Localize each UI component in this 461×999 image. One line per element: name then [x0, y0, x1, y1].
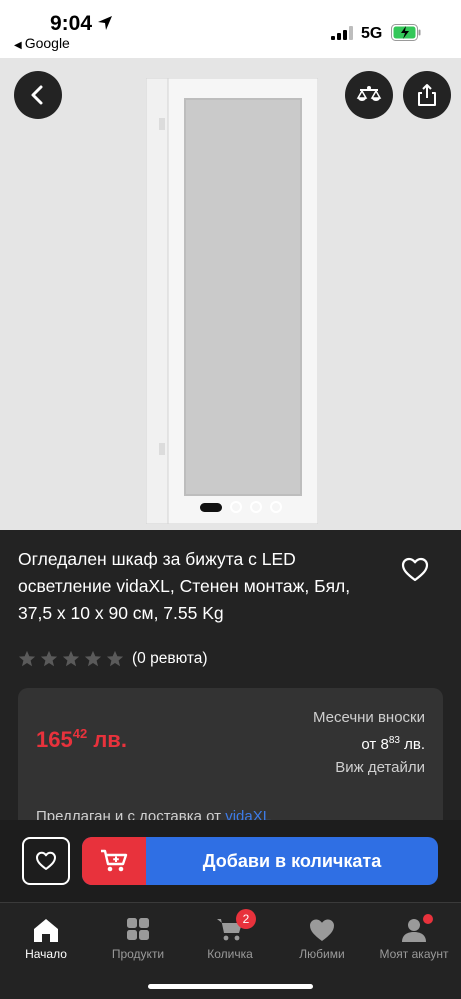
star-icon: [40, 650, 58, 667]
share-icon: [418, 84, 436, 106]
product-title: Огледален шкаф за бижута с LED осветлени…: [18, 549, 351, 623]
back-triangle-icon: ◀: [14, 40, 22, 51]
product-price: 16542 лв.: [36, 726, 127, 753]
signal-icon: [331, 26, 353, 40]
price-currency: лв.: [93, 727, 127, 752]
price-whole: 165: [36, 727, 73, 752]
image-pager[interactable]: [200, 501, 282, 513]
price-cents: 42: [72, 726, 88, 741]
back-app-label: Google: [24, 35, 70, 51]
status-bar: 9:04 ◀ Google 5G: [0, 0, 461, 58]
star-icon: [62, 650, 80, 667]
monthly-prefix: от 8: [361, 736, 389, 753]
back-to-app-link[interactable]: ◀ Google: [14, 35, 70, 51]
nav-item-cart[interactable]: 2 Количка: [184, 909, 276, 961]
monthly-cents: 83: [388, 735, 400, 746]
location-arrow-icon: [98, 16, 112, 30]
add-to-cart-button[interactable]: Добави в количката: [82, 837, 438, 885]
nav-item-account[interactable]: Моят акаунт: [368, 914, 460, 961]
heart-outline-icon: [36, 851, 56, 870]
add-to-wishlist-button[interactable]: [22, 837, 70, 885]
product-image: [146, 78, 318, 524]
share-button[interactable]: [403, 71, 451, 119]
review-count-link[interactable]: (0 ревюта): [132, 650, 208, 668]
home-indicator[interactable]: [148, 984, 313, 989]
nav-item-products[interactable]: Продукти: [92, 917, 184, 961]
cart-plus-icon: [101, 849, 128, 872]
nav-label: Продукти: [111, 947, 165, 961]
nav-item-home[interactable]: Начало: [0, 917, 92, 961]
scales-icon: [356, 86, 382, 101]
nav-label: Любими: [299, 947, 345, 961]
monthly-installments: Месечни вноски от 883 лв. Виж детайли: [313, 706, 425, 779]
battery-charging-icon: [391, 24, 421, 41]
add-to-cart-label: Добави в количката: [202, 851, 382, 871]
network-label: 5G: [361, 25, 383, 42]
pager-dot[interactable]: [250, 501, 262, 513]
rating-stars: [18, 650, 124, 668]
nav-label: Начало: [25, 947, 67, 961]
monthly-currency: лв.: [404, 736, 425, 753]
compare-button[interactable]: [345, 71, 393, 119]
pager-dot[interactable]: [230, 501, 242, 513]
chevron-left-icon: [31, 85, 43, 105]
grid-icon: [127, 918, 149, 940]
star-icon: [106, 650, 124, 667]
star-icon: [84, 650, 102, 667]
nav-item-favorites[interactable]: Любими: [276, 917, 368, 961]
nav-label: Моят акаунт: [379, 947, 449, 961]
details-link[interactable]: Виж детайли: [313, 756, 425, 779]
star-icon: [18, 650, 36, 667]
product-image-gallery[interactable]: [0, 58, 461, 530]
nav-label: Количка: [207, 947, 253, 961]
monthly-label: Месечни вноски: [312, 709, 425, 726]
add-cart-icon-area: [82, 837, 146, 885]
account-notification-dot: [423, 914, 433, 924]
heart-icon: [310, 919, 334, 941]
cart-badge: 2: [236, 909, 256, 929]
home-icon: [34, 919, 58, 942]
pager-dot-active[interactable]: [200, 502, 222, 512]
monthly-value: от 883 лв.: [313, 729, 425, 756]
status-time: 9:04: [50, 12, 93, 35]
favorite-heart-icon[interactable]: [401, 556, 429, 584]
back-button[interactable]: [14, 71, 62, 119]
pager-dot[interactable]: [270, 501, 282, 513]
add-to-cart-bar: Добави в количката: [0, 820, 461, 902]
